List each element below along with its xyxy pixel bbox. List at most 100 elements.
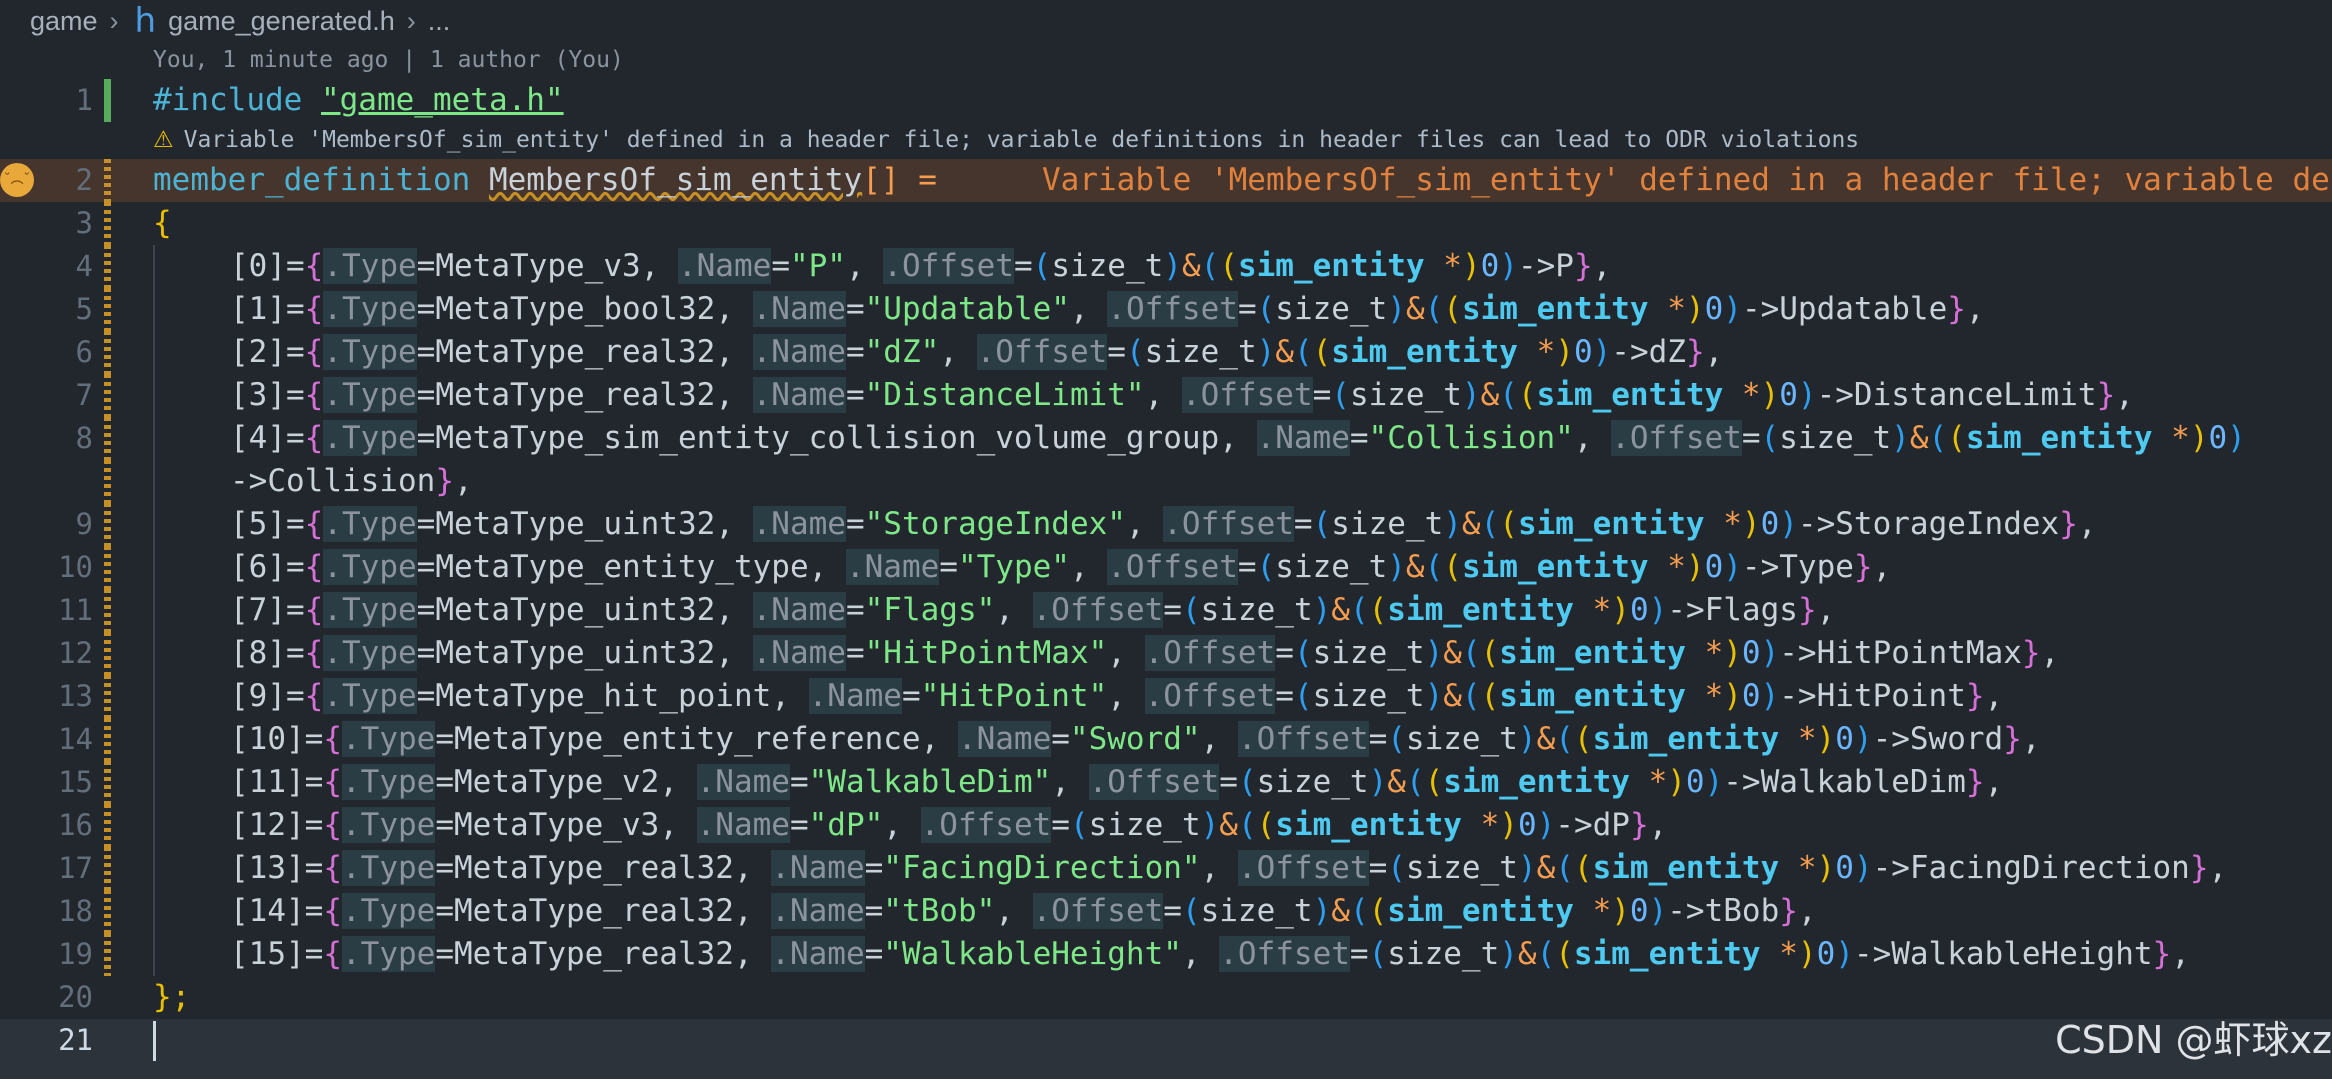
problem-hover: ⚠ Variable 'MembersOf_sim_entity' defined… [0,122,2332,159]
code-token: } [1629,807,1649,843]
code-token: * [1573,592,1612,628]
code-token: MetaType_hit_point [435,678,772,714]
code-token: = [286,592,305,628]
code-text: [1]={.Type=MetaType_bool32, .Name="Updat… [230,288,1985,331]
code-text: [15]={.Type=MetaType_real32, .Name="Walk… [230,933,2190,976]
code-token: ) [1685,549,1705,585]
code-token: , [1984,678,2004,714]
code-token: = [416,420,436,456]
code-token: .Offset [1163,506,1294,542]
gutter-change-marker[interactable] [104,503,111,546]
gutter-change-marker[interactable] [104,847,111,890]
code-token: , [1144,377,1182,413]
code-token: = [286,334,305,370]
code-token: & [1536,850,1556,886]
code-token: , [1125,506,1164,542]
code-line: 21 CSDN @虾球xz [0,1018,2332,1079]
gutter-change-marker[interactable] [104,546,111,589]
line-number: 6 [75,335,93,369]
code-token: MetaType_sim_entity_collision_volume_gro… [435,420,1220,456]
code-token: .Offset [1107,291,1238,327]
gutter-change-marker[interactable] [104,632,111,675]
gutter-change-marker[interactable] [104,460,111,503]
code-token: ) [1611,893,1630,929]
code-token: { [304,506,324,542]
code-token: ( [1237,764,1257,800]
code-token: = [286,248,305,284]
code-token: , [659,807,697,843]
code-token: ( [1368,592,1388,628]
code-token: MetaType_real32 [454,850,734,886]
code-token: 0 [1741,678,1761,714]
indent-guide [153,245,155,976]
code-text: [7]={.Type=MetaType_uint32, .Name="Flags… [230,589,1835,632]
gutter-change-marker[interactable] [104,675,111,718]
code-token: , [2115,377,2134,413]
code-token: ( [1069,807,1089,843]
code-token: & [1331,592,1350,628]
code-token: .Name [771,893,865,929]
code-text: [12]={.Type=MetaType_v3, .Name="dP", .Of… [230,804,1667,847]
code-token: MetaType_entity_type [435,549,809,585]
chevron-right-icon: › [406,5,416,36]
code-token: ( [1536,936,1556,972]
gutter-change-marker[interactable] [104,202,111,245]
gutter-change-marker[interactable] [104,933,111,976]
warning-text: Variable 'MembersOf_sim_entity' defined … [183,127,1860,153]
code-token: & [1536,721,1556,757]
code-token: ) [1499,807,1518,843]
code-token: * [1779,850,1817,886]
code-token: ) [1256,334,1276,370]
gutter-change-marker[interactable] [104,159,111,202]
breadcrumb-folder[interactable]: game [30,6,98,37]
code-token: 0 [1685,764,1705,800]
breadcrumb-more[interactable]: ... [428,6,451,37]
code-token: sim_entity [1461,291,1649,327]
gutter-change-marker[interactable] [104,374,111,417]
gutter-change-marker[interactable] [104,890,111,933]
code-token: = [1013,248,1033,284]
include-file-link: "game_meta.h" [320,82,564,118]
gutter-change-marker[interactable] [104,331,111,374]
code-token: }; [153,979,191,1015]
code-token: ( [1312,506,1332,542]
code-token: = [286,377,305,413]
gutter-change-marker[interactable] [104,288,111,331]
code-token: ( [1032,248,1052,284]
codelens-blame[interactable]: You, 1 minute ago | 1 author (You) [153,42,624,79]
code-token: = [286,506,305,542]
code-token: [2] [230,334,286,370]
error-face-icon[interactable]: ˘︵˘ [0,163,34,197]
code-token: ) [1592,334,1612,370]
code-token: sim_entity [1573,936,1761,972]
code-text: [5]={.Type=MetaType_uint32, .Name="Stora… [230,503,2097,546]
code-editor[interactable]: You, 1 minute ago | 1 author (You) 1 #incl… [0,42,2332,1079]
gutter-change-marker[interactable] [104,417,111,460]
code-token: = [435,721,454,757]
gutter-change-marker[interactable] [104,589,111,632]
code-token: .Type [323,549,417,585]
breadcrumb-file[interactable]: game_generated.h [168,6,395,37]
code-token: size_t [1144,334,1257,370]
code-token: * [1461,807,1500,843]
gutter-change-marker[interactable] [104,761,111,804]
code-token: & [1443,678,1462,714]
gutter-change-marker[interactable] [104,804,111,847]
code-text: [9]={.Type=MetaType_hit_point, .Name="Hi… [230,675,2003,718]
code-token: } [2059,506,2078,542]
code-token: , [1704,334,1724,370]
code-token: ( [1517,377,1537,413]
code-line: 16 [12]={.Type=MetaType_v3, .Name="dP", .… [0,804,2332,847]
code-token: sim_entity [1331,334,1518,370]
code-token: ( [1461,678,1481,714]
gutter-change-marker[interactable] [104,245,111,288]
code-token: WalkableDim [1760,764,1966,800]
code-token: sim_entity [1965,420,2153,456]
gutter-change-marker[interactable] [104,718,111,761]
gutter-change-marker[interactable] [104,79,111,122]
code-token: ) [1424,635,1444,671]
code-token: = [435,850,454,886]
code-token: & [1461,506,1481,542]
code-token: & [1443,635,1462,671]
code-token: ( [1200,248,1220,284]
